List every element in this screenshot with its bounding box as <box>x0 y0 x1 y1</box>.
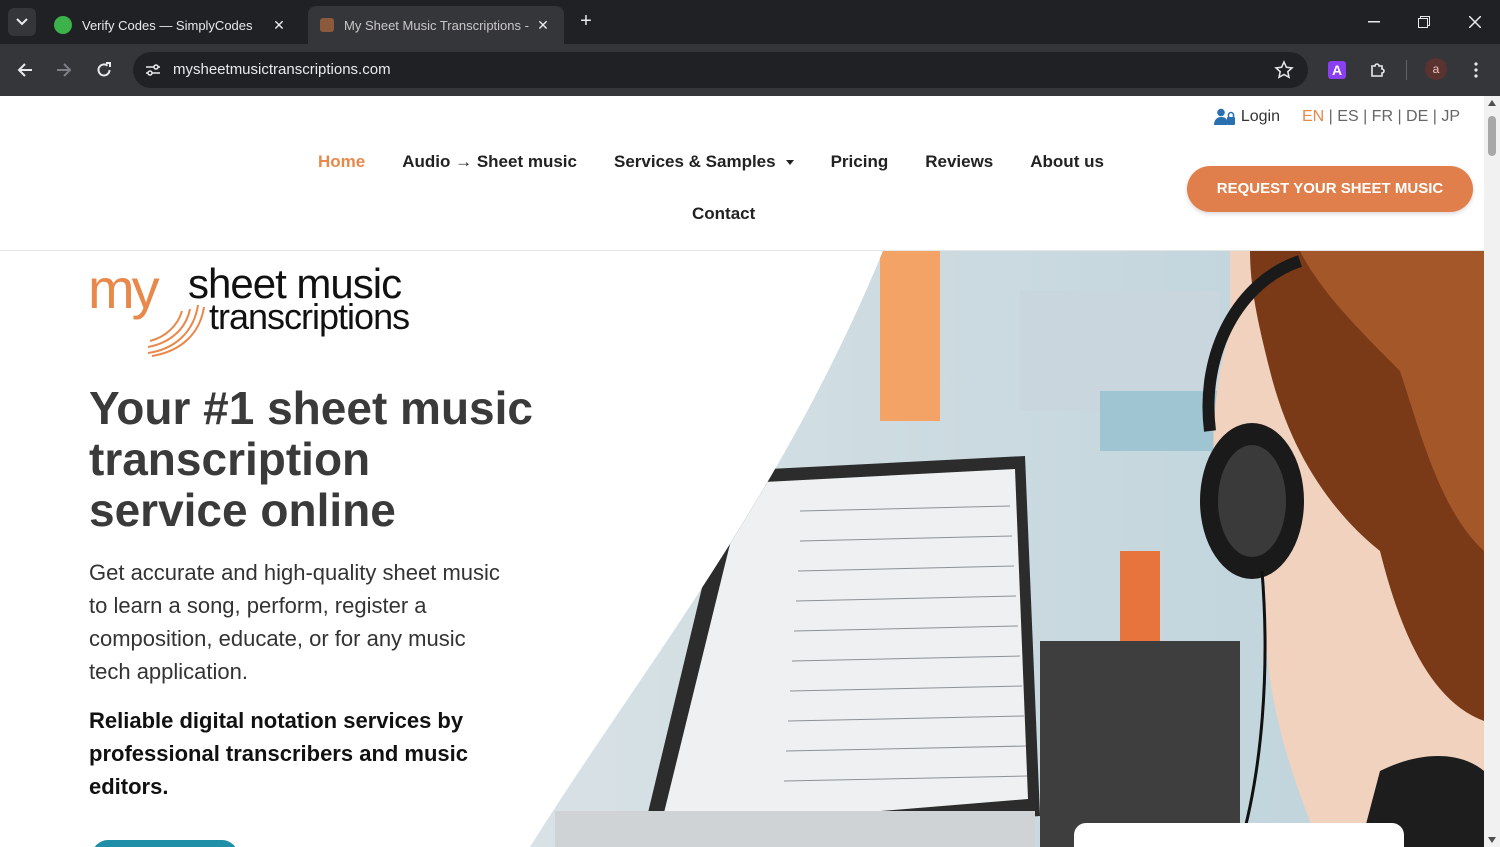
close-window-button[interactable] <box>1460 8 1490 36</box>
tab-verify-codes[interactable]: Verify Codes — SimplyCodes ✕ <box>42 6 300 44</box>
simplycodes-favicon-icon <box>54 16 72 34</box>
hero-subheading: Reliable digital notation services by pr… <box>89 704 529 803</box>
url-text: mysheetmusictranscriptions.com <box>173 61 391 78</box>
hero-card <box>1074 823 1404 847</box>
extension-a-button[interactable]: A <box>1325 58 1349 82</box>
reload-button[interactable] <box>90 56 118 84</box>
sub-line-2: professional transcribers and music <box>89 741 469 766</box>
user-lock-icon <box>1213 108 1235 125</box>
reload-icon <box>97 62 111 77</box>
restore-button[interactable] <box>1409 8 1439 36</box>
nav-audio-to-sheet-music[interactable]: Audio → Sheet music <box>402 152 577 172</box>
headline-line-3: service online <box>89 484 396 536</box>
close-icon <box>1469 16 1481 28</box>
tab-title: My Sheet Music Transcriptions - <box>344 17 529 33</box>
new-tab-button[interactable]: + <box>574 10 598 34</box>
tab-title: Verify Codes — SimplyCodes <box>82 17 253 33</box>
lead-line-3: composition, educate, or for any music <box>89 626 466 651</box>
puzzle-icon <box>1371 63 1385 77</box>
scroll-down-arrow-icon[interactable] <box>1488 837 1496 843</box>
close-tab-icon[interactable]: ✕ <box>270 17 288 34</box>
tab-search-button[interactable] <box>8 8 36 36</box>
browser-toolbar: mysheetmusictranscriptions.com A <box>0 44 1500 96</box>
back-button[interactable] <box>11 56 39 84</box>
header-divider <box>0 250 1484 251</box>
hero-headline: Your #1 sheet music transcription servic… <box>89 383 609 536</box>
lead-line-1: Get accurate and high-quality sheet musi… <box>89 560 500 585</box>
language-others[interactable]: | ES | FR | DE | JP <box>1324 108 1460 125</box>
lead-line-4: tech application. <box>89 659 248 684</box>
tab-my-sheet-music[interactable]: My Sheet Music Transcriptions - ✕ <box>308 6 564 44</box>
toolbar-separator <box>1406 60 1407 80</box>
hero-lead: Get accurate and high-quality sheet musi… <box>89 556 579 688</box>
nav-reviews[interactable]: Reviews <box>925 152 993 172</box>
profile-avatar[interactable]: a <box>1425 58 1447 80</box>
arrow-right-icon <box>57 63 72 77</box>
minimize-icon <box>1368 21 1380 23</box>
sub-line-1: Reliable digital notation services by <box>89 708 464 733</box>
extensions-button[interactable] <box>1366 58 1390 82</box>
login-link[interactable]: Login <box>1213 108 1280 126</box>
site-info-button[interactable] <box>141 58 165 82</box>
menu-button[interactable] <box>1464 58 1488 82</box>
nav-pricing[interactable]: Pricing <box>831 152 889 172</box>
star-icon <box>1274 60 1294 79</box>
scrollbar-thumb[interactable] <box>1488 116 1496 156</box>
sub-line-3: editors. <box>89 774 169 799</box>
restore-icon <box>1418 16 1430 28</box>
minimize-button[interactable] <box>1359 8 1389 36</box>
login-label: Login <box>1240 108 1280 125</box>
site-logo[interactable]: my sheet music transcriptions <box>88 261 448 361</box>
close-tab-icon[interactable]: ✕ <box>534 17 552 34</box>
page-scrollbar[interactable] <box>1484 96 1500 847</box>
logo-line-2: transcriptions <box>209 296 410 337</box>
chevron-down-icon <box>16 18 28 26</box>
web-page: Login EN | ES | FR | DE | JP Home Audio … <box>0 96 1484 847</box>
bookmark-star-button[interactable] <box>1274 60 1294 80</box>
extension-a-icon: A <box>1328 61 1346 79</box>
browser-tab-bar: Verify Codes — SimplyCodes ✕ My Sheet Mu… <box>0 0 1500 44</box>
site-favicon-icon <box>320 18 334 32</box>
arrow-left-icon <box>17 63 32 77</box>
address-bar[interactable]: mysheetmusictranscriptions.com <box>133 52 1308 88</box>
language-switcher[interactable]: EN | ES | FR | DE | JP <box>1302 108 1460 126</box>
sound-waves-icon <box>147 304 205 357</box>
nav-services-samples[interactable]: Services & Samples <box>614 152 794 172</box>
more-vert-icon <box>1474 62 1478 78</box>
tune-icon <box>146 64 160 76</box>
scroll-up-arrow-icon[interactable] <box>1488 100 1496 106</box>
caret-down-icon <box>785 160 794 166</box>
lead-line-2: to learn a song, perform, register a <box>89 593 427 618</box>
language-en[interactable]: EN <box>1302 108 1324 125</box>
utility-bar: Login EN | ES | FR | DE | JP <box>1213 108 1460 126</box>
headline-line-2: transcription <box>89 433 371 485</box>
nav-contact[interactable]: Contact <box>692 204 755 224</box>
nav-services-label: Services & Samples <box>613 152 776 171</box>
nav-home[interactable]: Home <box>318 152 365 172</box>
forward-button[interactable] <box>50 56 78 84</box>
headline-line-1: Your #1 sheet music <box>89 382 533 434</box>
nav-about-us[interactable]: About us <box>1030 152 1104 172</box>
hero-primary-button[interactable] <box>92 840 238 847</box>
request-sheet-music-button[interactable]: REQUEST YOUR SHEET MUSIC <box>1187 166 1473 212</box>
main-nav: Home Audio → Sheet music Services & Samp… <box>300 152 1160 223</box>
